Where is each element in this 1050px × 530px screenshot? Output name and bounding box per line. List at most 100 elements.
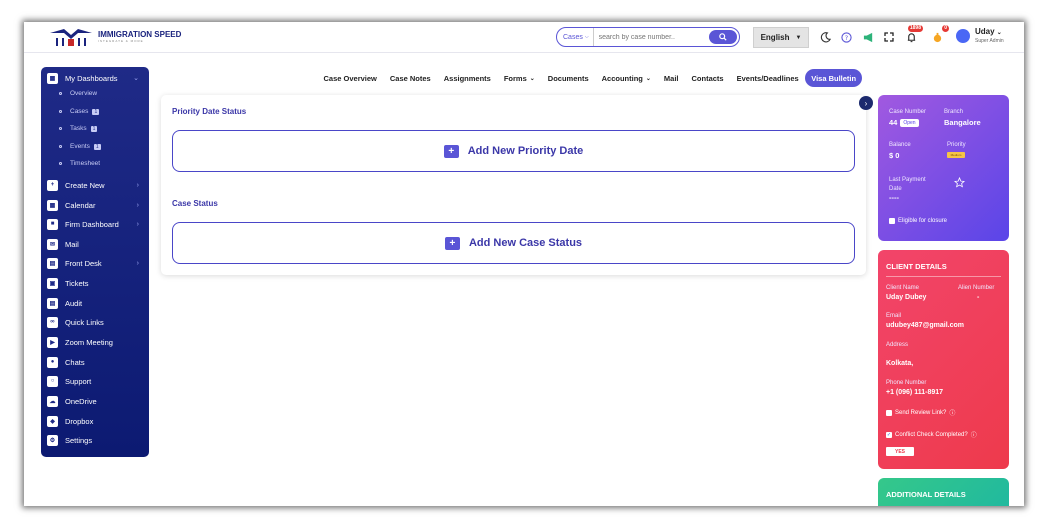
search-input[interactable] [593, 33, 704, 41]
sidebar-item-label: Create New [65, 180, 105, 190]
gear-icon: ⚙ [47, 434, 58, 446]
additional-details-title: ADDITIONAL DETAILS [886, 490, 966, 499]
balance-value: $ 0 [889, 151, 900, 160]
bullet-icon [59, 162, 62, 165]
megaphone-icon[interactable] [861, 30, 875, 44]
user-menu[interactable]: Uday ⌄ Super Admin [956, 27, 1004, 44]
dashboard-icon: ▦ [47, 72, 58, 84]
tab-case-overview[interactable]: Case Overview [317, 69, 383, 87]
sidebar-subitem-timesheet[interactable]: Timesheet [59, 160, 100, 167]
sidebar-item-audit[interactable]: ▤ Audit [47, 296, 143, 310]
last-payment-value: ---- [889, 193, 899, 202]
tab-label: Documents [547, 73, 589, 83]
collapse-panel-button[interactable]: › [859, 96, 873, 110]
sidebar-item-mail[interactable]: ✉ Mail [47, 237, 143, 251]
email-label: Email [886, 313, 902, 319]
tab-label: Contacts [691, 73, 724, 83]
help-icon[interactable]: ? [839, 30, 853, 44]
tab-documents[interactable]: Documents [541, 69, 595, 87]
caret-down-icon: ▼ [795, 34, 802, 41]
sidebar-item-label: Support [65, 376, 92, 386]
language-select[interactable]: English ▼ [753, 27, 809, 48]
case-status-title: Case Status [172, 199, 218, 208]
eligible-closure-checkbox[interactable]: Eligible for closure [889, 218, 947, 224]
star-icon[interactable] [953, 175, 966, 193]
tab-forms[interactable]: Forms ⌄ [497, 69, 541, 87]
address-label: Address [886, 342, 909, 348]
tab-visa-bulletin[interactable]: Visa Bulletin [805, 69, 863, 87]
plus-square-icon: + [47, 179, 58, 191]
send-review-link-checkbox[interactable]: Send Review Link? ⓘ [886, 408, 955, 417]
mail-icon: ✉ [47, 238, 58, 250]
add-priority-date-button[interactable]: + Add New Priority Date [172, 130, 855, 172]
sidebar-subitem-tasks[interactable]: Tasks 1 [59, 125, 98, 132]
checkbox-icon [889, 218, 895, 224]
sidebar-item-zoom-meeting[interactable]: ▶ Zoom Meeting [47, 335, 143, 349]
subitem-label: Timesheet [70, 160, 101, 167]
sidebar-subitem-overview[interactable]: Overview [59, 90, 97, 97]
tab-events-deadlines[interactable]: Events/Deadlines [730, 69, 805, 87]
logo[interactable]: IMMIGRATION SPEED INTEGRATE & MORE [48, 27, 181, 47]
audit-icon: ▤ [47, 297, 58, 309]
moon-icon[interactable] [818, 30, 832, 44]
sidebar-item-onedrive[interactable]: ☁ OneDrive [47, 394, 143, 408]
sidebar-item-settings[interactable]: ⚙ Settings [47, 433, 143, 447]
calendar-icon: ▦ [47, 199, 58, 211]
tab-mail[interactable]: Mail [657, 69, 685, 87]
sidebar-item-firm-dashboard[interactable]: ■ Firm Dashboard › [47, 217, 143, 231]
sidebar-item-label: OneDrive [65, 396, 97, 406]
tab-assignments[interactable]: Assignments [437, 69, 497, 87]
bullet-icon [59, 127, 62, 130]
tab-contacts[interactable]: Contacts [685, 69, 730, 87]
priority-label: Priority [947, 142, 966, 148]
branch-value: Bangalore [944, 118, 981, 127]
search-scope-select[interactable]: Cases ⌵ [557, 28, 594, 46]
sidebar-item-chats[interactable]: ● Chats [47, 355, 143, 369]
bell-icon[interactable]: 1898 [904, 25, 923, 44]
subitem-label: Overview [70, 90, 98, 97]
sidebar-item-create-new[interactable]: + Create New › [47, 178, 143, 192]
checkbox-checked-icon: ✓ [886, 431, 892, 438]
sidebar-item-dropbox[interactable]: ◆ Dropbox [47, 414, 143, 428]
sidebar-item-label: Quick Links [65, 317, 104, 327]
phone-value: +1 (096) 111-8917 [886, 389, 944, 396]
send-review-label: Send Review Link? [895, 409, 947, 416]
tab-label: Accounting [601, 73, 643, 83]
sidebar-subitem-cases[interactable]: Cases 1 [59, 108, 100, 115]
bullet-icon [59, 145, 62, 148]
conflict-check-label: Conflict Check Completed? [895, 431, 968, 438]
search-button[interactable] [709, 30, 737, 44]
tab-label: Case Notes [389, 73, 431, 83]
top-bar: IMMIGRATION SPEED INTEGRATE & MORE Cases… [24, 22, 1024, 53]
sidebar-item-my-dashboards[interactable]: ▦ My Dashboards ⌄ [47, 71, 143, 85]
sidebar-item-label: Chats [65, 357, 85, 367]
fullscreen-icon[interactable] [882, 30, 896, 44]
chat-icon: ● [47, 356, 58, 368]
sidebar-item-support[interactable]: ○ Support [47, 374, 143, 388]
sidebar-subitem-events[interactable]: Events 1 [59, 143, 101, 150]
conflict-yes-badge[interactable]: YES [886, 447, 914, 456]
tab-accounting[interactable]: Accounting ⌄ [595, 69, 657, 87]
case-status-badge: Open [900, 119, 919, 128]
language-label: English [760, 33, 790, 42]
add-case-status-button[interactable]: + Add New Case Status [172, 222, 855, 264]
sidebar-item-quick-links[interactable]: ∞ Quick Links [47, 315, 143, 329]
add-priority-date-label: Add New Priority Date [467, 145, 584, 157]
tab-case-notes[interactable]: Case Notes [383, 69, 437, 87]
sidebar-item-label: Firm Dashboard [65, 219, 119, 229]
info-icon: ⓘ [970, 433, 977, 439]
sidebar-item-front-desk[interactable]: ▤ Front Desk › [47, 256, 143, 270]
case-summary-card: Case Number 44 Open Branch Bangalore Bala… [878, 95, 1009, 241]
checkbox-icon [886, 409, 892, 416]
search-scope-label: Cases [563, 33, 583, 41]
user-name: Uday [975, 27, 995, 36]
alien-number-value: - [977, 294, 980, 301]
sidebar-item-calendar[interactable]: ▦ Calendar › [47, 198, 143, 212]
sidebar-header-label: My Dashboards [65, 73, 118, 83]
sidebar-item-label: Calendar [65, 200, 96, 210]
sidebar-item-tickets[interactable]: ▣ Tickets [47, 276, 143, 290]
alert-icon[interactable]: 0 [930, 25, 949, 44]
conflict-check-checkbox[interactable]: ✓ Conflict Check Completed? ⓘ [886, 430, 977, 439]
plus-icon: + [443, 144, 459, 158]
additional-details-card[interactable]: ADDITIONAL DETAILS [878, 478, 1009, 506]
